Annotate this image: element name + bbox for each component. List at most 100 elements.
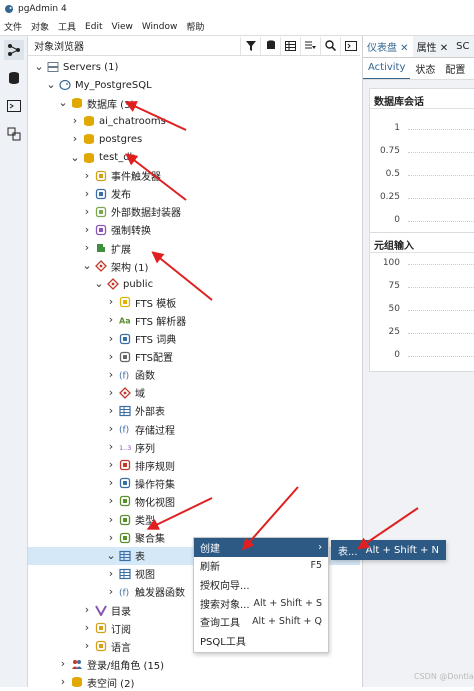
chevron-down-icon[interactable]: ⌄ xyxy=(58,97,68,108)
search-icon[interactable] xyxy=(320,36,340,55)
chevron-right-icon[interactable]: › xyxy=(106,369,116,380)
tree-node[interactable]: › FTS 词典 xyxy=(28,330,360,348)
tree-node[interactable]: › FTS配置 xyxy=(28,348,360,366)
menu-window[interactable]: Window xyxy=(142,22,178,32)
chevron-right-icon[interactable]: › xyxy=(70,133,80,144)
tree-node[interactable]: › 域 xyxy=(28,384,360,402)
fts-template-icon xyxy=(119,297,131,308)
chevron-right-icon[interactable]: › xyxy=(106,495,116,506)
chevron-right-icon[interactable]: › xyxy=(70,115,80,126)
chevron-right-icon[interactable]: › xyxy=(82,242,92,253)
menu-item-search-objects[interactable]: 搜索对象... Alt + Shift + S xyxy=(194,594,328,613)
tree-node-label: 视图 xyxy=(135,570,155,582)
tree-node[interactable]: › 类型 xyxy=(28,511,360,529)
tree-node[interactable]: › 排序规则 xyxy=(28,456,360,474)
tree-node[interactable]: ⌄ test_db xyxy=(28,149,360,167)
language-icon xyxy=(95,641,107,652)
tree-node[interactable]: › 1..3 序列 xyxy=(28,438,360,456)
foreign-table-icon xyxy=(119,405,131,416)
tree-node[interactable]: ⌄ 架构 (1) xyxy=(28,257,360,275)
tree-node[interactable]: › 事件触发器 xyxy=(28,167,360,185)
tree-node[interactable]: › ai_chatrooms xyxy=(28,112,360,130)
subtab-state[interactable]: 状态 xyxy=(410,58,440,79)
menu-item-create[interactable]: 创建 › xyxy=(194,538,328,557)
filtered-rows-icon[interactable] xyxy=(300,36,320,55)
chevron-down-icon[interactable]: ⌄ xyxy=(82,260,92,271)
tree-node[interactable]: › FTS 模板 xyxy=(28,293,360,311)
menu-item-grant-wizard[interactable]: 授权向导... xyxy=(194,575,328,594)
chevron-right-icon[interactable]: › xyxy=(106,459,116,470)
tree-node[interactable]: › 操作符集 xyxy=(28,474,360,492)
chevron-right-icon[interactable]: › xyxy=(106,314,116,325)
chevron-right-icon[interactable]: › xyxy=(82,604,92,615)
chevron-right-icon[interactable]: › xyxy=(58,676,68,687)
submenu-create-table[interactable]: 表... Alt + Shift + N xyxy=(331,540,446,560)
chevron-right-icon[interactable]: › xyxy=(82,206,92,217)
view-data-icon[interactable] xyxy=(280,36,300,55)
chevron-right-icon[interactable]: › xyxy=(58,658,68,669)
tree-node[interactable]: › 发布 xyxy=(28,185,360,203)
filter-icon[interactable] xyxy=(240,36,260,55)
tree-node[interactable]: › Aa FTS 解析器 xyxy=(28,311,360,329)
chevron-right-icon[interactable]: › xyxy=(106,477,116,488)
tree-node[interactable]: › 扩展 xyxy=(28,239,360,257)
tree-node[interactable]: › (f) 存储过程 xyxy=(28,420,360,438)
tree-node[interactable]: › postgres xyxy=(28,130,360,148)
tree-node[interactable]: › 强制转换 xyxy=(28,221,360,239)
chevron-right-icon[interactable]: › xyxy=(106,586,116,597)
menu-file[interactable]: 文件 xyxy=(4,20,22,33)
menu-help[interactable]: 帮助 xyxy=(186,20,204,33)
chevron-down-icon[interactable]: ⌄ xyxy=(106,550,116,561)
menu-item-label: 搜索对象... xyxy=(200,599,250,611)
menu-object[interactable]: 对象 xyxy=(31,20,49,33)
tree-node[interactable]: › (f) 函数 xyxy=(28,366,360,384)
menu-edit[interactable]: Edit xyxy=(85,22,102,32)
chevron-right-icon[interactable]: › xyxy=(106,405,116,416)
chevron-right-icon[interactable]: › xyxy=(106,333,116,344)
subtab-config[interactable]: 配置 xyxy=(440,58,470,79)
menu-tools[interactable]: 工具 xyxy=(58,20,76,33)
menu-item-psql-tool[interactable]: PSQL工具 xyxy=(194,631,328,650)
chevron-right-icon[interactable]: › xyxy=(106,423,116,434)
database-tool-icon[interactable] xyxy=(4,68,24,88)
object-explorer-icon[interactable] xyxy=(4,40,24,60)
chevron-right-icon[interactable]: › xyxy=(82,640,92,651)
tree-node[interactable]: ⌄ My_PostgreSQL xyxy=(28,76,360,94)
query-tool-icon[interactable] xyxy=(260,36,280,55)
menu-item-refresh[interactable]: 刷新 F5 xyxy=(194,557,328,576)
chevron-down-icon[interactable]: ⌄ xyxy=(70,152,80,163)
psql-icon[interactable] xyxy=(340,36,360,55)
subtab-activity[interactable]: Activity xyxy=(363,58,411,79)
chevron-right-icon[interactable]: › xyxy=(106,532,116,543)
collation-icon xyxy=(119,460,131,471)
tree-node[interactable]: ⌄ Servers (1) xyxy=(28,58,360,76)
tree-node[interactable]: › 表空间 (2) xyxy=(28,673,360,691)
menu-view[interactable]: View xyxy=(111,22,132,32)
chevron-down-icon[interactable]: ⌄ xyxy=(34,61,44,72)
context-menu: 创建 › 刷新 F5 授权向导... 搜索对象... Alt + Shift +… xyxy=(193,537,329,653)
schema-diff-icon[interactable] xyxy=(4,124,24,144)
chevron-right-icon[interactable]: › xyxy=(82,170,92,181)
chevron-right-icon[interactable]: › xyxy=(106,351,116,362)
chevron-right-icon[interactable]: › xyxy=(106,514,116,525)
chevron-right-icon[interactable]: › xyxy=(82,622,92,633)
menu-item-query-tool[interactable]: 查询工具 Alt + Shift + Q xyxy=(194,612,328,631)
psql-terminal-icon[interactable] xyxy=(4,96,24,116)
chevron-right-icon[interactable]: › xyxy=(106,441,116,452)
chevron-right-icon[interactable]: › xyxy=(82,224,92,235)
tree-node[interactable]: › 登录/组角色 (15) xyxy=(28,655,360,673)
chevron-right-icon[interactable]: › xyxy=(106,387,116,398)
chevron-right-icon[interactable]: › xyxy=(82,188,92,199)
tab-sql[interactable]: SC xyxy=(452,36,473,57)
chevron-right-icon[interactable]: › xyxy=(106,568,116,579)
tree-node[interactable]: ⌄ 数据库 (3) xyxy=(28,94,360,112)
tab-properties[interactable]: 属性 ✕ xyxy=(413,36,453,57)
chevron-right-icon[interactable]: › xyxy=(106,296,116,307)
tree-node[interactable]: › 外部表 xyxy=(28,402,360,420)
chevron-down-icon[interactable]: ⌄ xyxy=(94,278,104,289)
tree-node[interactable]: › 外部数据封装器 xyxy=(28,203,360,221)
tree-node[interactable]: ⌄ public xyxy=(28,275,360,293)
tree-node[interactable]: › 物化视图 xyxy=(28,492,360,510)
chevron-down-icon[interactable]: ⌄ xyxy=(46,79,56,90)
tab-dashboard[interactable]: 仪表盘 ✕ xyxy=(363,36,413,57)
